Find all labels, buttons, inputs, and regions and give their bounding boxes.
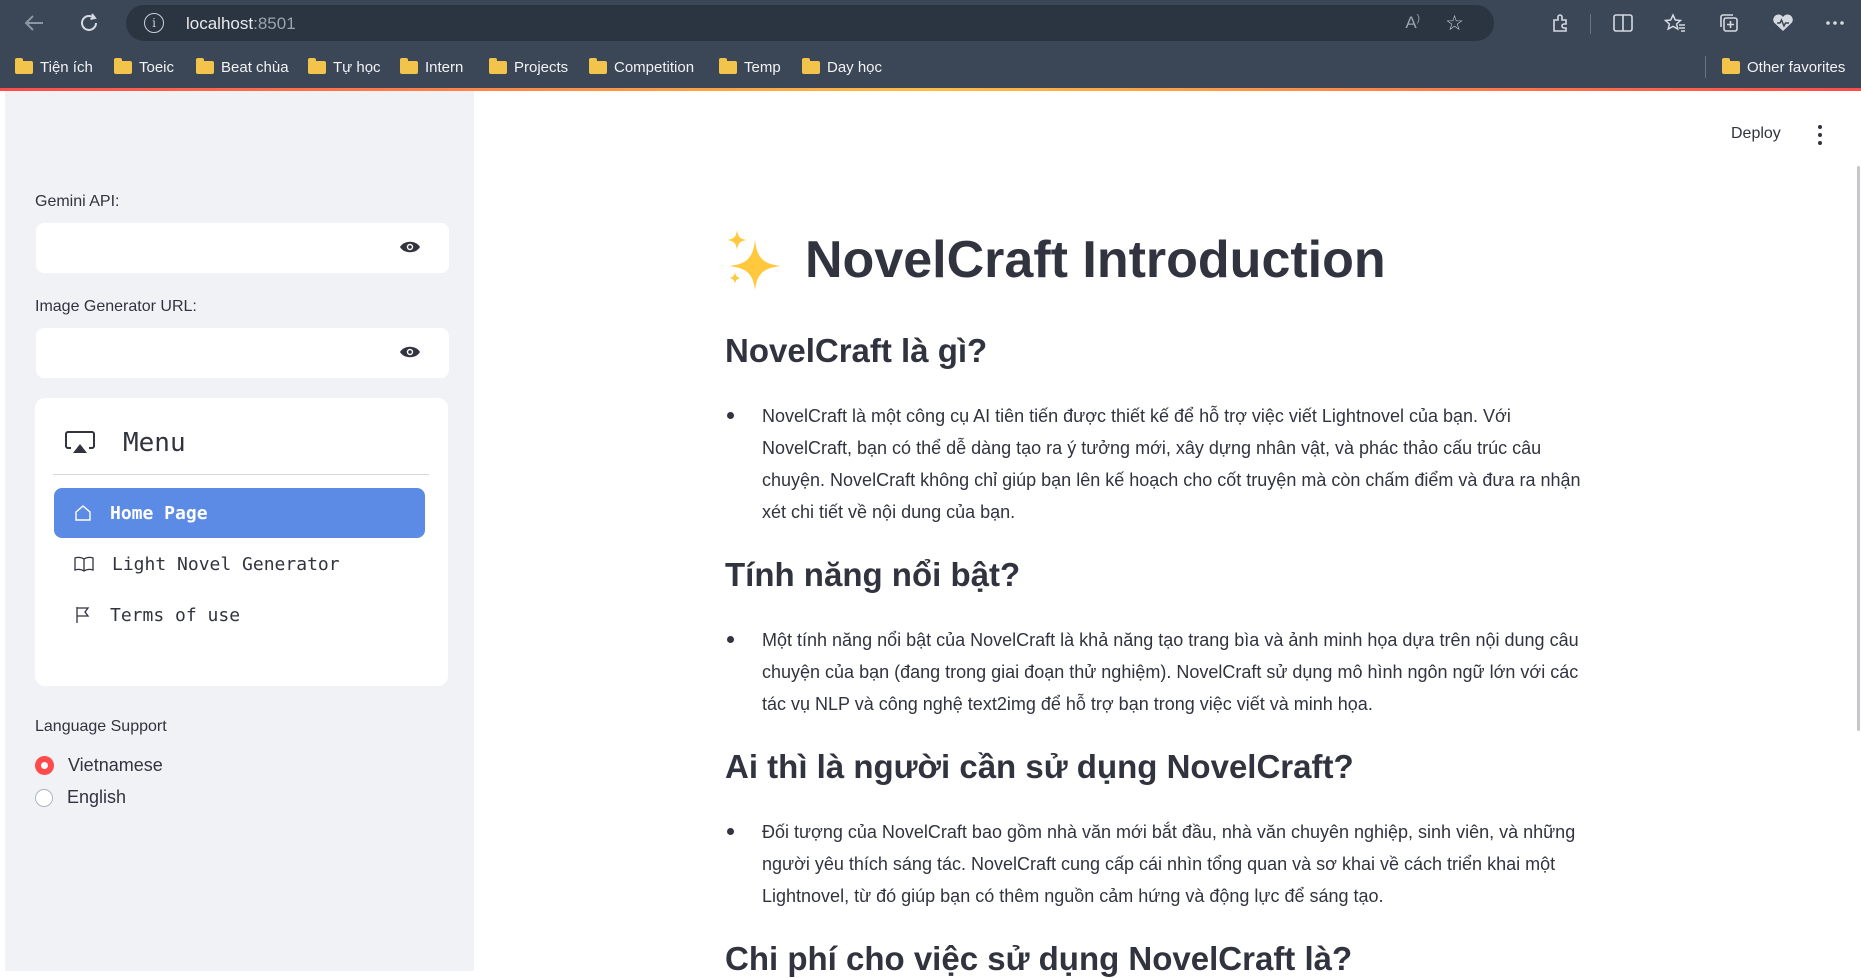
page-title: NovelCraft Introduction xyxy=(725,230,1386,290)
show-password-icon[interactable] xyxy=(399,345,421,359)
bookmark-label: Toeic xyxy=(139,58,175,76)
address-bar[interactable]: i localhost:8501 A) ☆ xyxy=(126,5,1494,41)
bullet-dot xyxy=(727,412,734,419)
deploy-button[interactable]: Deploy xyxy=(1731,125,1781,143)
option-menu: Menu Home Page Light Novel Generator Ter… xyxy=(35,398,448,686)
favorite-star-icon[interactable]: ☆ xyxy=(1445,11,1464,36)
url-port: :8501 xyxy=(253,14,296,33)
bookmark-folder[interactable]: Temp xyxy=(719,57,781,77)
bookmarks-divider xyxy=(1705,56,1706,78)
browser-toolbar: i localhost:8501 A) ☆ xyxy=(0,0,1861,46)
folder-icon xyxy=(802,57,820,74)
toolbar-divider xyxy=(1590,14,1591,34)
show-password-icon[interactable] xyxy=(399,240,421,254)
browser-essentials-icon[interactable] xyxy=(1768,8,1798,38)
more-options-icon[interactable] xyxy=(1820,8,1850,38)
split-screen-icon[interactable] xyxy=(1608,8,1638,38)
folder-icon xyxy=(589,57,607,74)
bullet-dot xyxy=(727,828,734,835)
menu-header: Menu xyxy=(53,412,429,475)
list-item-text: Đối tượng của NovelCraft bao gồm nhà văn… xyxy=(762,822,1576,906)
section-heading: Tính năng nổi bật? xyxy=(725,556,1021,593)
bookmark-folder[interactable]: Projects xyxy=(489,57,568,77)
bullet-dot xyxy=(727,636,734,643)
bookmark-folder[interactable]: Tiện ích xyxy=(15,57,93,77)
bookmarks-bar: Tiện ích Toeic Beat chùa Tự học Intern P… xyxy=(0,48,1861,86)
other-favorites-folder[interactable]: Other favorites xyxy=(1722,57,1845,77)
book-icon xyxy=(74,556,94,572)
menu-title: Menu xyxy=(123,428,186,458)
radio-option-vietnamese[interactable]: Vietnamese xyxy=(35,755,163,776)
folder-icon xyxy=(1722,57,1740,74)
site-info-icon[interactable]: i xyxy=(144,13,164,33)
gemini-api-label: Gemini API: xyxy=(35,193,120,210)
radio-option-english[interactable]: English xyxy=(35,787,126,808)
main-menu-icon[interactable] xyxy=(1817,125,1823,145)
url-text[interactable]: localhost:8501 xyxy=(186,14,296,34)
folder-icon xyxy=(400,57,418,74)
other-favorites-label: Other favorites xyxy=(1747,58,1846,76)
nav-item-label: Home Page xyxy=(110,502,208,524)
main-scrollbar[interactable] xyxy=(1857,166,1860,731)
bookmark-folder[interactable]: Day học xyxy=(802,57,882,77)
back-icon[interactable] xyxy=(19,8,49,38)
folder-icon xyxy=(489,57,507,74)
nav-item-label: Terms of use xyxy=(110,604,241,626)
house-icon xyxy=(75,505,91,521)
bookmark-label: Tự học xyxy=(333,58,381,76)
list-item-text: NovelCraft là một công cụ AI tiên tiến đ… xyxy=(762,406,1581,522)
image-url-label: Image Generator URL: xyxy=(35,298,197,315)
bookmark-folder[interactable]: Competition xyxy=(589,57,694,77)
sparkles-icon xyxy=(727,230,781,290)
bookmark-label: Competition xyxy=(614,58,695,76)
list-item-text: Một tính năng nổi bật của NovelCraft là … xyxy=(762,630,1579,714)
read-aloud-icon[interactable]: A) xyxy=(1405,13,1420,33)
bookmark-folder[interactable]: Intern xyxy=(400,57,463,77)
section-heading: Chi phí cho việc sử dụng NovelCraft là? xyxy=(725,940,1353,977)
bookmark-label: Tiện ích xyxy=(40,58,93,76)
bookmark-label: Day học xyxy=(827,58,883,76)
nav-item-home-page[interactable]: Home Page xyxy=(54,488,425,538)
folder-icon xyxy=(719,57,737,74)
bookmark-folder[interactable]: Beat chùa xyxy=(196,57,289,77)
image-url-input[interactable] xyxy=(35,327,450,379)
radio-label: English xyxy=(67,787,127,807)
section-heading: NovelCraft là gì? xyxy=(725,332,988,369)
nav-item-terms-of-use[interactable]: Terms of use xyxy=(54,590,425,640)
section-heading: Ai thì là người cần sử dụng NovelCraft? xyxy=(725,748,1354,785)
bookmark-label: Intern xyxy=(425,58,464,76)
airplay-icon xyxy=(65,431,95,453)
refresh-icon[interactable] xyxy=(74,8,104,38)
bookmark-label: Beat chùa xyxy=(221,58,289,76)
bookmark-label: Temp xyxy=(744,58,781,76)
gemini-api-input[interactable] xyxy=(35,222,450,274)
folder-icon xyxy=(114,57,132,74)
collections-icon[interactable] xyxy=(1714,8,1744,38)
bookmark-folder[interactable]: Toeic xyxy=(114,57,174,77)
extensions-icon[interactable] xyxy=(1545,8,1575,38)
nav-item-light-novel-generator[interactable]: Light Novel Generator xyxy=(54,539,425,589)
page-title-text: NovelCraft Introduction xyxy=(805,231,1386,289)
language-support-label: Language Support xyxy=(35,718,167,735)
sidebar: Gemini API: Image Generator URL: Menu Ho… xyxy=(5,91,474,971)
bookmark-folder[interactable]: Tự học xyxy=(308,57,381,77)
nav-item-label: Light Novel Generator xyxy=(112,553,340,575)
radio-label: Vietnamese xyxy=(68,755,163,775)
favorites-icon[interactable] xyxy=(1660,8,1690,38)
browser-chrome: i localhost:8501 A) ☆ Tiện ích Toeic Bea… xyxy=(0,0,1861,90)
folder-icon xyxy=(196,57,214,74)
folder-icon xyxy=(308,57,326,74)
url-host: localhost xyxy=(186,14,254,33)
folder-icon xyxy=(15,57,33,74)
bookmark-label: Projects xyxy=(514,58,569,76)
radio-selected-icon[interactable] xyxy=(35,756,54,775)
radio-unselected-icon[interactable] xyxy=(35,788,53,807)
flag-icon xyxy=(76,607,90,623)
